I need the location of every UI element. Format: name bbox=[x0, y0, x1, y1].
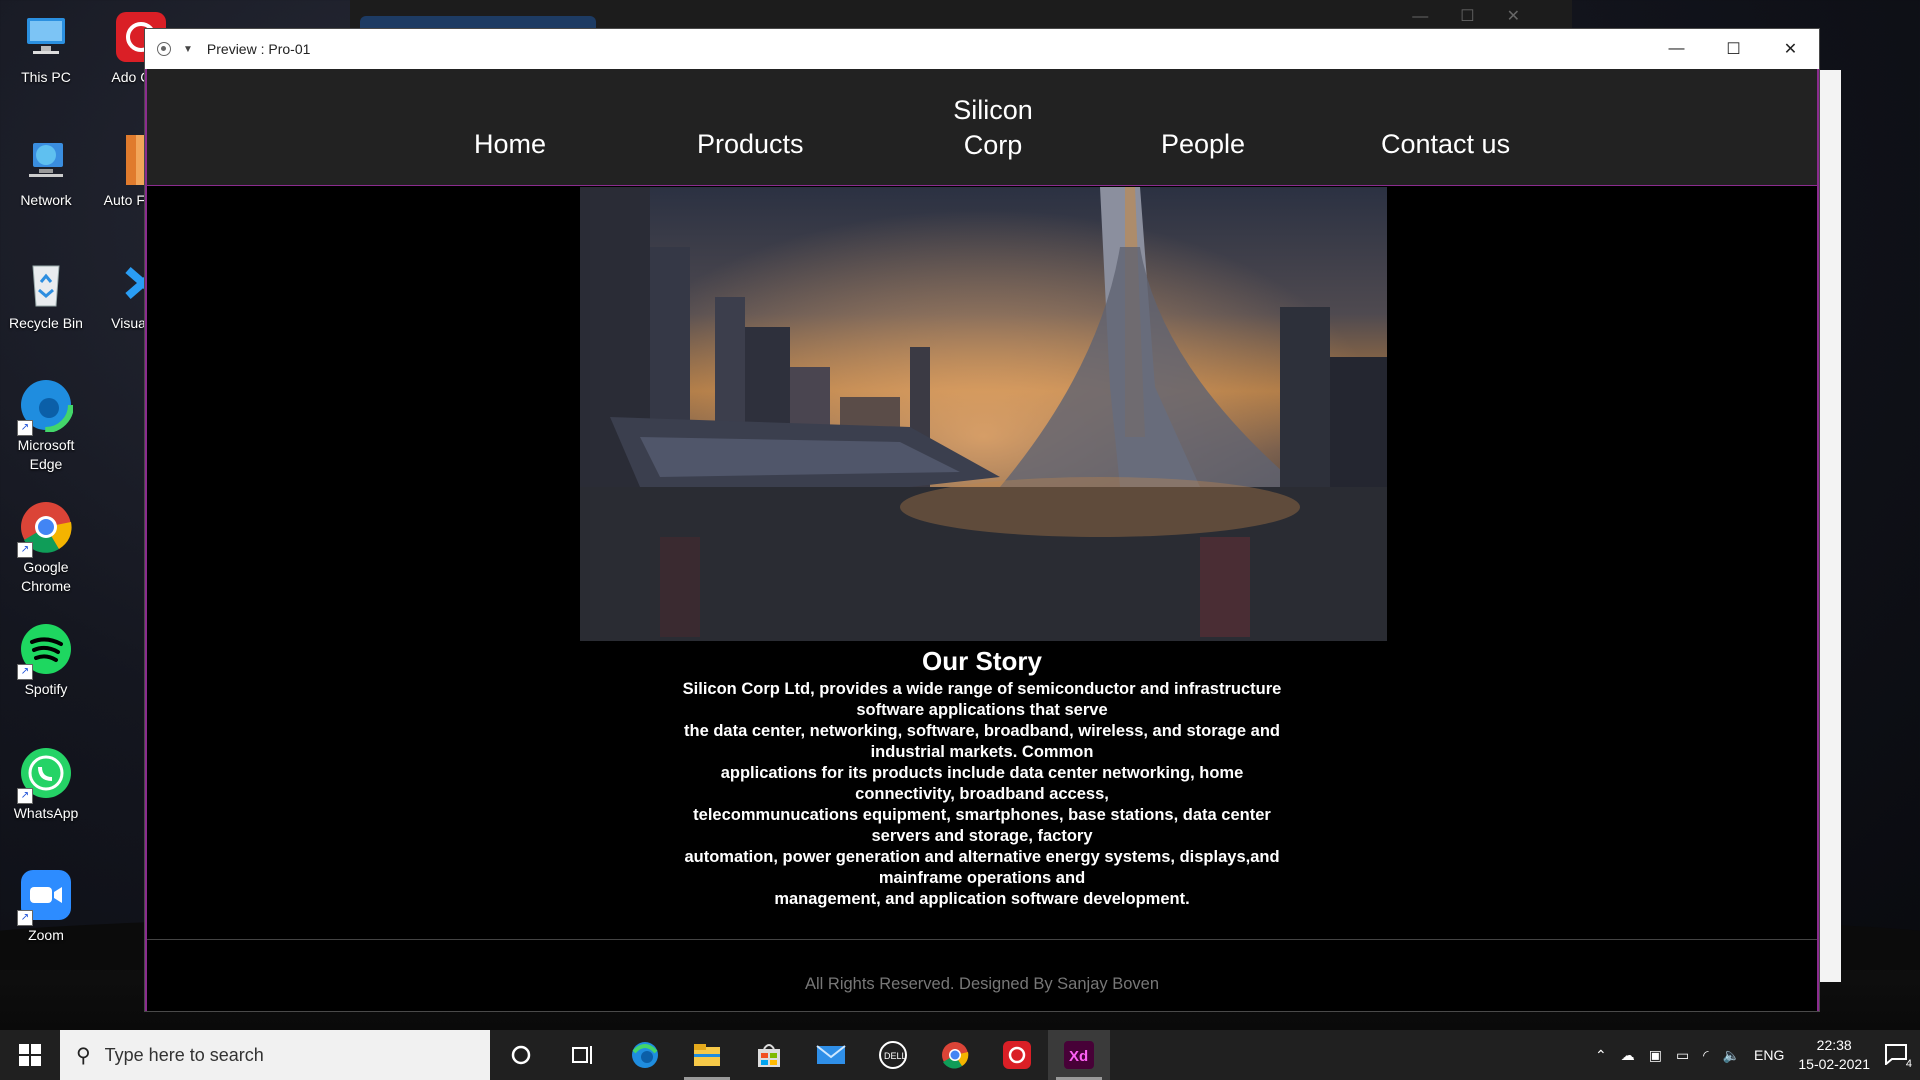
edge-icon: ↗ bbox=[17, 377, 74, 436]
story-line: Silicon Corp Ltd, provides a wide range … bbox=[682, 680, 1282, 698]
footer-divider bbox=[147, 939, 1817, 940]
story-line: connectivity, broadband access, bbox=[855, 785, 1109, 803]
shortcut-arrow-icon: ↗ bbox=[17, 420, 33, 436]
desktop-icon-chrome[interactable]: ↗ Google Chrome bbox=[1, 500, 91, 596]
notification-count: 4 bbox=[1905, 1057, 1912, 1070]
edge-taskbar-icon[interactable] bbox=[614, 1030, 676, 1080]
taskbar: ⚲ Type here to search DELL Xd ⌃ ☁ ▣ ▭ ◜ … bbox=[0, 1030, 1920, 1080]
chrome-icon: ↗ bbox=[17, 500, 73, 558]
desktop-icon-label: Spotify bbox=[24, 681, 68, 697]
desktop-icon-zoom[interactable]: ↗ Zoom bbox=[1, 868, 91, 945]
shortcut-arrow-icon: ↗ bbox=[17, 788, 33, 804]
site-footer: All Rights Reserved. Designed By Sanjay … bbox=[804, 975, 1160, 993]
nav-home-link[interactable]: Home bbox=[474, 129, 546, 160]
background-tab bbox=[360, 16, 596, 28]
wifi-icon[interactable]: ◜ bbox=[1703, 1047, 1708, 1064]
our-story-section: Our Story Silicon Corp Ltd, provides a w… bbox=[147, 643, 1817, 910]
desktop-icon-label: Zoom bbox=[28, 927, 64, 943]
website-preview: Home Products Silicon Corp People Contac… bbox=[145, 69, 1819, 1011]
spotify-icon: ↗ bbox=[17, 622, 73, 680]
story-line: servers and storage, factory bbox=[871, 827, 1093, 845]
story-line: applications for its products include da… bbox=[720, 764, 1244, 782]
chevron-down-icon[interactable]: ▼ bbox=[183, 44, 193, 55]
task-view-icon[interactable] bbox=[552, 1030, 614, 1080]
onedrive-icon[interactable]: ☁ bbox=[1621, 1047, 1635, 1064]
nav-people-link[interactable]: People bbox=[1161, 129, 1245, 160]
svg-text:Xd: Xd bbox=[1069, 1048, 1088, 1065]
brand-logo[interactable]: Silicon Corp bbox=[943, 93, 1043, 163]
svg-text:DELL: DELL bbox=[884, 1051, 907, 1061]
story-line: management, and application software dev… bbox=[774, 890, 1190, 908]
search-placeholder: Type here to search bbox=[104, 1044, 264, 1065]
story-heading: Our Story bbox=[922, 646, 1042, 676]
story-line: mainframe operations and bbox=[878, 869, 1086, 887]
desktop-icon-label: WhatsApp bbox=[13, 805, 79, 821]
desktop-icon-label: This PC bbox=[21, 69, 71, 85]
clock-time: 22:38 bbox=[1816, 1037, 1852, 1053]
desktop-icon-label: Network bbox=[20, 192, 72, 208]
clock[interactable]: 22:38 15-02-2021 bbox=[1798, 1036, 1870, 1074]
brand-line-2: Corp bbox=[963, 130, 1023, 160]
desktop-icon-label: Microsoft Edge bbox=[17, 437, 75, 472]
background-window-edge bbox=[1818, 70, 1841, 982]
zoom-icon: ↗ bbox=[17, 868, 73, 926]
language-indicator[interactable]: ENG bbox=[1754, 1047, 1784, 1063]
nav-products-link[interactable]: Products bbox=[697, 129, 804, 160]
dell-icon[interactable]: DELL bbox=[862, 1030, 924, 1080]
story-line: the data center, networking, software, b… bbox=[684, 722, 1280, 740]
desktop-icon-spotify[interactable]: ↗ Spotify bbox=[1, 622, 91, 699]
futuristic-city-illustration bbox=[580, 187, 1387, 641]
shortcut-arrow-icon: ↗ bbox=[17, 542, 33, 558]
volume-icon[interactable]: 🔈 bbox=[1723, 1047, 1740, 1064]
security-icon[interactable]: ▣ bbox=[1649, 1047, 1662, 1064]
cortana-icon[interactable] bbox=[490, 1030, 552, 1080]
creative-cloud-taskbar-icon[interactable] bbox=[986, 1030, 1048, 1080]
clock-date: 15-02-2021 bbox=[1798, 1056, 1870, 1072]
story-line: software applications that serve bbox=[856, 701, 1108, 719]
record-icon[interactable] bbox=[157, 42, 171, 56]
minimize-button[interactable]: — bbox=[1648, 29, 1705, 69]
chevron-up-icon[interactable]: ⌃ bbox=[1595, 1047, 1607, 1064]
desktop-icon-whatsapp[interactable]: ↗ WhatsApp bbox=[1, 746, 91, 823]
window-controls: — ☐ ✕ bbox=[1648, 29, 1819, 69]
shortcut-arrow-icon: ↗ bbox=[17, 910, 33, 926]
story-line: automation, power generation and alterna… bbox=[684, 848, 1280, 866]
desktop-icon-edge[interactable]: ↗ Microsoft Edge bbox=[1, 377, 91, 474]
network-icon bbox=[19, 133, 73, 187]
battery-icon[interactable]: ▭ bbox=[1676, 1047, 1689, 1064]
windows-logo-icon bbox=[19, 1044, 41, 1066]
desktop-icon-recycle-bin[interactable]: Recycle Bin bbox=[1, 256, 91, 333]
brand-line-1: Silicon bbox=[953, 95, 1033, 125]
file-explorer-icon[interactable] bbox=[676, 1030, 738, 1080]
story-line: telecommunucations equipment, smartphone… bbox=[693, 806, 1271, 824]
monitor-icon bbox=[19, 10, 73, 64]
desktop-icon-label: Google Chrome bbox=[21, 559, 71, 594]
desktop-icon-network[interactable]: Network bbox=[1, 133, 91, 210]
window-titlebar[interactable]: ▼ Preview : Pro-01 — ☐ ✕ bbox=[145, 29, 1819, 70]
whatsapp-icon: ↗ bbox=[17, 746, 73, 804]
preview-window: ▼ Preview : Pro-01 — ☐ ✕ Home Products S… bbox=[144, 28, 1820, 1012]
recycle-bin-icon bbox=[19, 256, 73, 310]
search-icon: ⚲ bbox=[76, 1044, 91, 1067]
close-button[interactable]: ✕ bbox=[1762, 29, 1819, 69]
chrome-taskbar-icon[interactable] bbox=[924, 1030, 986, 1080]
background-window-controls: —☐✕ bbox=[1412, 8, 1552, 25]
system-tray: ⌃ ☁ ▣ ▭ ◜ 🔈 ENG 22:38 15-02-2021 4 bbox=[1595, 1036, 1920, 1074]
start-button[interactable] bbox=[0, 1030, 60, 1080]
maximize-button[interactable]: ☐ bbox=[1705, 29, 1762, 69]
desktop-icon-label: Recycle Bin bbox=[9, 315, 83, 331]
notification-center-icon[interactable]: 4 bbox=[1884, 1043, 1912, 1070]
store-icon[interactable] bbox=[738, 1030, 800, 1080]
xd-icon[interactable]: Xd bbox=[1048, 1030, 1110, 1080]
shortcut-arrow-icon: ↗ bbox=[17, 664, 33, 680]
taskbar-search-box[interactable]: ⚲ Type here to search bbox=[60, 1030, 490, 1080]
background-window: —☐✕ bbox=[350, 0, 1572, 29]
desktop-icon-this-pc[interactable]: This PC bbox=[1, 10, 91, 87]
mail-icon[interactable] bbox=[800, 1030, 862, 1080]
window-title: Preview : Pro-01 bbox=[206, 41, 311, 57]
nav-contact-link[interactable]: Contact us bbox=[1381, 129, 1510, 160]
hero-image bbox=[580, 187, 1387, 641]
site-navbar: Home Products Silicon Corp People Contac… bbox=[147, 69, 1817, 186]
story-line: industrial markets. Common bbox=[870, 743, 1094, 761]
